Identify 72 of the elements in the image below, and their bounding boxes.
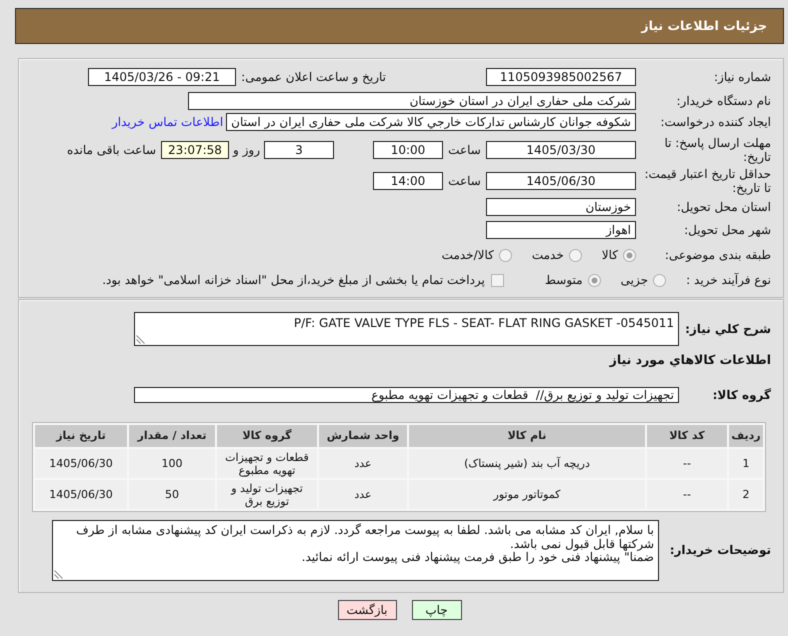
table-cell: تجهیزات تولید و توزیع برق	[217, 480, 317, 509]
section-title: اطلاعات کالاهاي مورد نیاز	[608, 351, 771, 369]
city-field[interactable]: اهواز	[486, 221, 636, 239]
table-cell: عدد	[319, 449, 407, 478]
column-header: واحد شمارش	[319, 425, 407, 447]
table-cell: دریچه آب بند (شیر پنستاک)	[409, 449, 645, 478]
field-label: نام دستگاه خریدار:	[676, 94, 771, 108]
radio-button[interactable]	[623, 248, 636, 262]
description-field[interactable]: P/F: GATE VALVE TYPE FLS - SEAT- FLAT RING GASKET -0545011	[134, 312, 679, 346]
field-label: استان محل تحویل:	[676, 200, 771, 214]
date-field[interactable]: 1405/06/30	[486, 172, 636, 190]
radio-label: کالا	[602, 248, 618, 262]
table-cell: 1405/06/30	[35, 449, 127, 478]
field-label: ایجاد کننده درخواست:	[659, 114, 771, 130]
field-label: حداقل تاریخ اعتبار قیمت: تا تاریخ:	[643, 166, 771, 196]
resize-handle-icon[interactable]	[136, 335, 145, 344]
column-header: تاریخ نیاز	[35, 425, 127, 447]
field-label: ساعت	[447, 174, 482, 188]
table-cell: 1	[729, 449, 763, 478]
field-label: طبقه بندی موضوعی:	[664, 248, 771, 262]
field-label: ساعت باقی مانده	[66, 142, 156, 158]
date-field[interactable]: 1405/03/30	[486, 141, 636, 159]
table-cell: --	[647, 449, 727, 478]
field-label: گروه کالا:	[712, 388, 771, 402]
days-field[interactable]: 3	[264, 141, 334, 159]
time-field[interactable]: 10:00	[373, 141, 443, 159]
radio-label: جزیی	[620, 272, 648, 288]
column-header: نام کالا	[409, 425, 645, 447]
column-header: ردیف	[729, 425, 763, 447]
field-label: نوع فرآیند خرید :	[685, 272, 771, 288]
field-label: شهر محل تحویل:	[683, 222, 771, 238]
table-cell: کموتاتور موتور	[409, 480, 645, 509]
table-cell: 100	[129, 449, 215, 478]
table-cell: عدد	[319, 480, 407, 509]
province-field[interactable]: خوزستان	[486, 198, 636, 216]
buyer-organization-field[interactable]: شرکت ملی حفاری ایران در استان خوزستان	[188, 92, 636, 110]
checkbox[interactable]	[490, 274, 504, 286]
radio-label: خدمت	[532, 248, 564, 262]
radio-label: متوسط	[544, 272, 583, 288]
print-button[interactable]: چاپ	[412, 600, 462, 620]
time-field[interactable]: 14:00	[373, 172, 443, 190]
table-cell: 2	[729, 480, 763, 509]
page-title-bar: جزئیات اطلاعات نیاز	[15, 8, 784, 44]
column-header: گروه کالا	[217, 425, 317, 447]
field-label: شماره نیاز:	[713, 70, 771, 84]
radio-button[interactable]	[568, 248, 582, 262]
goods-group-field[interactable]: تجهیزات تولید و توزیع برق// قطعات و تجهیزات تهویه مطبوع	[134, 387, 679, 403]
remaining-time-field[interactable]: 23:07:58	[161, 141, 229, 159]
column-header: کد کالا	[647, 425, 727, 447]
buyer-notes-field[interactable]: با سلام, ایران کد مشابه می باشد. لطفا به پیوست مراجعه گردد. لازم به ذکراست ایران کد پیشنهادی مشابه از طرف شرکتها قابل قبول نمی باشد. ضمنا" پیشنهاد فنی خود را طبق فرمت پیشنهاد فنی پیوست ارائه نمائید.	[52, 520, 659, 581]
requester-field[interactable]: شکوفه جوانان کارشناس تدارکات خارجي کالا شرکت ملی حفاری ایران در استان	[226, 113, 636, 131]
table-cell: قطعات و تجهیزات تهویه مطبوع	[217, 449, 317, 478]
field-label: توضیحات خریدار:	[668, 543, 771, 558]
buyer-contact-link[interactable]: اطلاعات تماس خریدار	[112, 114, 224, 130]
radio-button[interactable]	[653, 274, 666, 286]
field-label: ساعت	[447, 142, 482, 158]
field-label: روز و	[232, 142, 261, 158]
announcement-date-field[interactable]: 1405/03/26 - 09:21	[88, 68, 236, 86]
resize-handle-icon[interactable]	[54, 570, 63, 579]
back-button[interactable]: بازگشت	[338, 600, 396, 620]
radio-button[interactable]	[588, 274, 601, 286]
table-cell: 50	[129, 480, 215, 509]
table-cell: --	[647, 480, 727, 509]
radio-button[interactable]	[498, 248, 512, 262]
column-header: تعداد / مقدار	[129, 425, 215, 447]
need-number-field[interactable]: 1105093985002567	[486, 68, 636, 86]
checkbox-label: پرداخت تمام یا بخشی از مبلغ خرید،از محل "اسناد خزانه اسلامی" خواهد بود.	[102, 272, 485, 288]
radio-label: کالا/خدمت	[442, 248, 494, 262]
field-label: تاریخ و ساعت اعلان عمومی:	[240, 70, 386, 84]
field-label: مهلت ارسال پاسخ: تا تاریخ:	[663, 136, 771, 164]
field-label: شرح کلي نیاز:	[684, 322, 771, 336]
table-cell: 1405/06/30	[35, 480, 127, 509]
